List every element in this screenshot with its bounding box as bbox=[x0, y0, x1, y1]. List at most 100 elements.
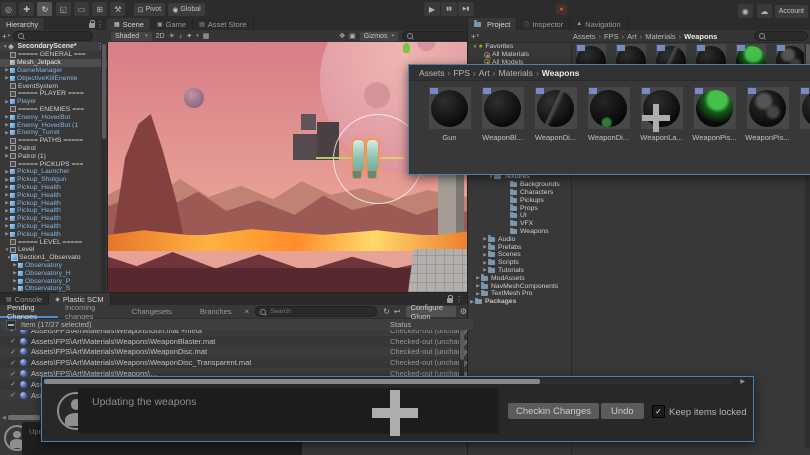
project-folder-item[interactable]: ▶ TextMesh Pro bbox=[468, 290, 570, 298]
hierarchy-menu-icon[interactable]: ⋮ bbox=[96, 20, 104, 29]
project-folder-item[interactable]: UI bbox=[468, 212, 570, 220]
material-thumbnail[interactable] bbox=[588, 87, 630, 129]
material-item[interactable]: WeaponDi... bbox=[582, 87, 635, 142]
material-item[interactable]: WeaponDi... bbox=[529, 87, 582, 142]
hierarchy-item[interactable]: ▶ Pickup_Health › bbox=[0, 230, 107, 238]
hierarchy-item[interactable]: ▶ Patrol (1) bbox=[0, 152, 107, 160]
hierarchy-item[interactable]: ▶ Pickup_Health › bbox=[0, 199, 107, 207]
lock-icon[interactable] bbox=[89, 21, 95, 30]
project-folder-item[interactable]: ▶ Prefabs bbox=[468, 243, 570, 251]
select-all-checkbox[interactable] bbox=[6, 320, 16, 330]
create-asset-button[interactable]: + bbox=[471, 32, 476, 41]
hierarchy-item[interactable]: ===== GENERAL === bbox=[0, 51, 107, 59]
project-folder-item[interactable]: ▶ ModAssets bbox=[468, 274, 570, 282]
add-object-button[interactable]: + bbox=[2, 32, 7, 41]
hierarchy-item[interactable]: ▶ Pickup_Health › bbox=[0, 215, 107, 223]
hierarchy-item[interactable]: ▶ Pickup_Shotgun › bbox=[0, 176, 107, 184]
settings-gear-icon[interactable]: ⚙ bbox=[460, 307, 467, 316]
row-checkbox[interactable]: ✓ bbox=[10, 380, 20, 388]
project-folder-item[interactable]: Characters bbox=[468, 189, 570, 197]
gizmos-dropdown[interactable]: Gizmos ▾ bbox=[360, 32, 398, 41]
material-thumbnail[interactable] bbox=[535, 87, 577, 129]
scale-tool-button[interactable]: ◱ bbox=[56, 2, 71, 16]
add-object-dropdown-icon[interactable]: ▾ bbox=[8, 33, 11, 39]
pending-change-row[interactable]: ✓ Assets\FPS\Art\Materials\Weapons\Weapo… bbox=[0, 336, 467, 347]
pending-change-row[interactable]: ✓ Assets\FPS\Art\Materials\Weapons\Weapo… bbox=[0, 347, 467, 358]
material-item[interactable]: We... bbox=[794, 87, 810, 142]
breadcrumb-item[interactable]: FPS bbox=[604, 32, 627, 41]
tab-asset-store[interactable]: ▤Asset Store bbox=[193, 18, 253, 30]
effects-dropdown-icon[interactable]: ▾ bbox=[196, 33, 199, 39]
item-column-header[interactable]: Item (17/27 selected) bbox=[21, 320, 91, 329]
services-icon[interactable]: ◉ bbox=[738, 4, 753, 18]
hierarchy-item[interactable]: ▼ Level bbox=[0, 246, 107, 254]
subtab-incoming-changes[interactable]: Incoming changes bbox=[58, 306, 117, 318]
hierarchy-item[interactable]: ▶ Pickup_Health › bbox=[0, 207, 107, 215]
grid-visibility-icon[interactable]: ✥ bbox=[339, 32, 345, 40]
material-thumbnail[interactable] bbox=[694, 87, 736, 129]
project-folder-item[interactable]: ▶ Packages bbox=[468, 298, 570, 306]
hierarchy-item[interactable]: ▶ GameManager › bbox=[0, 67, 107, 75]
material-thumbnail[interactable] bbox=[747, 87, 789, 129]
hierarchy-item[interactable]: ▶ Patrol bbox=[0, 145, 107, 153]
hierarchy-item[interactable]: ▶ Player › bbox=[0, 98, 107, 106]
hierarchy-item[interactable]: ▶ Observatory › bbox=[0, 262, 107, 270]
cloud-icon[interactable]: ☁ bbox=[757, 4, 772, 18]
breadcrumb-item[interactable]: Materials bbox=[645, 32, 684, 41]
row-checkbox[interactable]: ✓ bbox=[10, 359, 20, 367]
hierarchy-item[interactable]: ▶ Observatory_S › bbox=[0, 285, 107, 292]
breadcrumb-item[interactable]: Assets bbox=[573, 32, 604, 41]
configure-gluon-button[interactable]: Configure Gluon bbox=[406, 306, 456, 317]
project-folder-item[interactable]: Backgrounds bbox=[468, 181, 570, 189]
project-folder-item[interactable]: ▶ NavMeshComponents bbox=[468, 282, 570, 290]
audio-toggle-icon[interactable]: ♪ bbox=[179, 33, 183, 40]
jetpack-object[interactable] bbox=[352, 139, 378, 179]
breadcrumb-item[interactable]: Weapons bbox=[684, 32, 723, 41]
breadcrumb-item[interactable]: Materials bbox=[498, 68, 541, 78]
hierarchy-item[interactable]: ▶ Enemy_Turret › bbox=[0, 129, 107, 137]
row-checkbox[interactable]: ✓ bbox=[10, 330, 20, 334]
tab-navigation[interactable]: ▲Navigation bbox=[570, 18, 627, 30]
lighting-toggle-icon[interactable]: ☀ bbox=[169, 32, 175, 40]
scroll-right-icon[interactable]: ▶ bbox=[740, 378, 745, 385]
scene-search-input[interactable] bbox=[402, 31, 470, 41]
account-button[interactable]: Account bbox=[775, 5, 808, 18]
hierarchy-item[interactable]: ▶ Pickup_Health › bbox=[0, 223, 107, 231]
project-folder-item[interactable]: ▶ Scenes bbox=[468, 251, 570, 259]
project-folder-item[interactable]: Weapons bbox=[468, 228, 570, 236]
hierarchy-item[interactable]: ▶ Pickup_Health › bbox=[0, 184, 107, 192]
breadcrumb-item[interactable]: Weapons bbox=[542, 68, 586, 78]
rotate-tool-button[interactable]: ↻ bbox=[37, 2, 52, 16]
hierarchy-item[interactable]: ===== LEVEL ===== bbox=[0, 238, 107, 246]
material-item[interactable]: WeaponBl... bbox=[476, 87, 529, 142]
keep-items-locked-checkbox[interactable]: ✓ bbox=[652, 405, 665, 418]
material-thumbnail[interactable] bbox=[429, 87, 471, 129]
hierarchy-item[interactable]: ▶ ObjectiveKillEnemie › bbox=[0, 74, 107, 82]
camera-settings-icon[interactable]: ▣ bbox=[349, 32, 356, 40]
subtab-branches[interactable]: Branches bbox=[193, 306, 239, 318]
project-folder-item[interactable]: Pickups bbox=[468, 196, 570, 204]
breadcrumb-item[interactable]: Art bbox=[627, 32, 645, 41]
undo-changes-icon[interactable]: ↩ bbox=[394, 307, 401, 316]
effects-toggle-icon[interactable]: ✦ bbox=[186, 32, 192, 40]
row-checkbox[interactable]: ✓ bbox=[10, 337, 20, 345]
project-folder-item[interactable]: ▶ Audio bbox=[468, 235, 570, 243]
hierarchy-item[interactable]: ===== PLAYER ==== bbox=[0, 90, 107, 98]
pivot-toggle[interactable]: ⊡ Pivot bbox=[134, 3, 165, 16]
checkin-changes-button[interactable]: Checkin Changes bbox=[508, 403, 599, 419]
collab-status-icon[interactable]: ● bbox=[556, 4, 567, 15]
play-button[interactable]: ▶ bbox=[424, 2, 440, 16]
hierarchy-item[interactable]: ▶ Enemy_HoverBot › bbox=[0, 113, 107, 121]
close-tab-icon[interactable]: × bbox=[245, 307, 250, 316]
create-asset-dropdown-icon[interactable]: ▾ bbox=[477, 33, 480, 39]
move-tool-button[interactable]: ✚ bbox=[19, 2, 34, 16]
row-checkbox[interactable]: ✓ bbox=[10, 391, 20, 399]
material-item[interactable]: WeaponPis... bbox=[741, 87, 794, 142]
custom-tool-button[interactable]: ⚒ bbox=[110, 2, 125, 16]
hidden-objects-icon[interactable]: ▦ bbox=[203, 32, 210, 40]
project-folder-item[interactable]: Props bbox=[468, 204, 570, 212]
scroll-left-icon[interactable]: ◀ bbox=[2, 415, 6, 421]
material-item[interactable]: Gun bbox=[423, 87, 476, 142]
refresh-icon[interactable]: ↻ bbox=[383, 307, 390, 316]
hierarchy-item[interactable]: ▶ Observatory_P › bbox=[0, 277, 107, 285]
